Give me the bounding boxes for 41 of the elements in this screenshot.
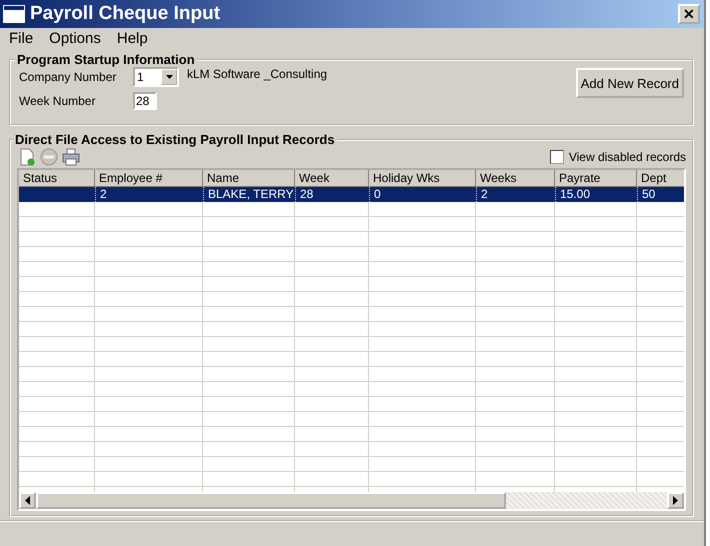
printer-icon [62,148,80,166]
table-cell: BLAKE, TERRY [203,187,295,202]
dropdown-arrow-icon [166,75,172,79]
table-cell: 2 [95,187,203,202]
scroll-right-icon [673,496,678,505]
column-header[interactable]: Status [19,170,95,187]
company-name: kLM Software _Consulting [187,67,328,81]
group-title: Direct File Access to Existing Payroll Input Records [14,132,336,147]
table-row[interactable]: 2 BLAKE, TERRY 28 0 2 15.00 50 [19,187,684,202]
menu-item[interactable]: Options [49,30,101,46]
column-header[interactable]: Week [295,170,369,187]
column-header[interactable]: Weeks [476,170,555,187]
window-icon [4,6,24,22]
scroll-left-icon [25,496,30,505]
minus-circle-icon [40,148,58,166]
add-new-record-button[interactable]: Add New Record [576,68,684,98]
week-number-field[interactable]: 28 [133,92,157,110]
column-header[interactable]: Holiday Wks [369,170,476,187]
table-cell: 0 [369,187,476,202]
scrollbar-thumb[interactable] [36,492,506,509]
column-header[interactable]: Employee # [95,170,203,187]
new-document-icon [18,148,36,166]
table-cell: 50 [637,187,684,202]
remove-record-tool[interactable] [39,147,59,167]
week-number-label: Week Number [19,94,96,108]
table-cell: 28 [295,187,369,202]
group-title: Program Startup Information [16,52,196,67]
view-disabled-label: View disabled records [568,150,686,164]
column-header[interactable]: Payrate [555,170,637,187]
company-number-dropdown[interactable]: 1 [133,67,179,87]
column-header[interactable]: Dept [637,170,684,187]
horizontal-scrollbar[interactable] [19,492,684,509]
table-cell: 2 [476,187,555,202]
close-button[interactable]: ✕ [678,4,700,24]
company-number-label: Company Number [19,70,118,84]
window-title: Payroll Cheque Input [30,3,222,25]
column-header[interactable]: Name [203,170,295,187]
table-cell: 15.00 [555,187,637,202]
print-tool[interactable] [61,147,81,167]
menu-item[interactable]: Help [116,30,148,46]
menu-item[interactable]: File [9,30,34,46]
